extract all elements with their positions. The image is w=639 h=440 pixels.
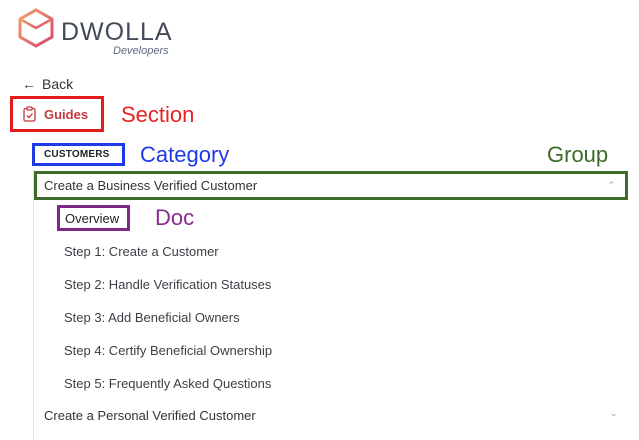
clipboard-check-icon: [23, 106, 36, 122]
annotation-doc: Doc: [155, 205, 195, 230]
logo-subtitle: Developers: [113, 45, 169, 57]
annotation-section: Section: [121, 102, 195, 127]
chevron-down-icon[interactable]: ⌄: [610, 408, 618, 419]
back-link[interactable]: ← Back: [22, 76, 73, 92]
step-3-link[interactable]: Step 3: Add Beneficial Owners: [64, 310, 240, 325]
doc-label: Overview: [65, 210, 120, 226]
doc-overview[interactable]: Overview: [57, 205, 130, 231]
group-personal-verified[interactable]: Create a Personal Verified Customer: [44, 408, 256, 423]
arrow-left-icon: ←: [22, 76, 36, 92]
section-label: Guides: [44, 106, 89, 122]
category-label: CUSTOMERS: [44, 149, 110, 160]
category-customers: CUSTOMERS: [32, 143, 125, 166]
step-1-link[interactable]: Step 1: Create a Customer: [64, 244, 219, 259]
back-label: Back: [42, 76, 74, 92]
group-label: Create a Business Verified Customer: [44, 178, 258, 193]
step-4-link[interactable]: Step 4: Certify Beneficial Ownership: [64, 343, 272, 358]
tree-guide-line: [33, 170, 34, 440]
dwolla-logo[interactable]: DWOLLA Developers: [17, 8, 177, 60]
annotation-group: Group: [547, 142, 609, 167]
chevron-up-icon: ⌃: [607, 180, 615, 190]
logo-wordmark: DWOLLA: [61, 18, 173, 46]
group-business-verified[interactable]: Create a Business Verified Customer ⌃: [34, 171, 628, 200]
dwolla-cube-icon: [18, 8, 54, 48]
section-guides[interactable]: Guides: [10, 96, 104, 132]
step-2-link[interactable]: Step 2: Handle Verification Statuses: [64, 277, 271, 292]
annotation-category: Category: [140, 142, 230, 167]
step-5-link[interactable]: Step 5: Frequently Asked Questions: [64, 376, 271, 391]
